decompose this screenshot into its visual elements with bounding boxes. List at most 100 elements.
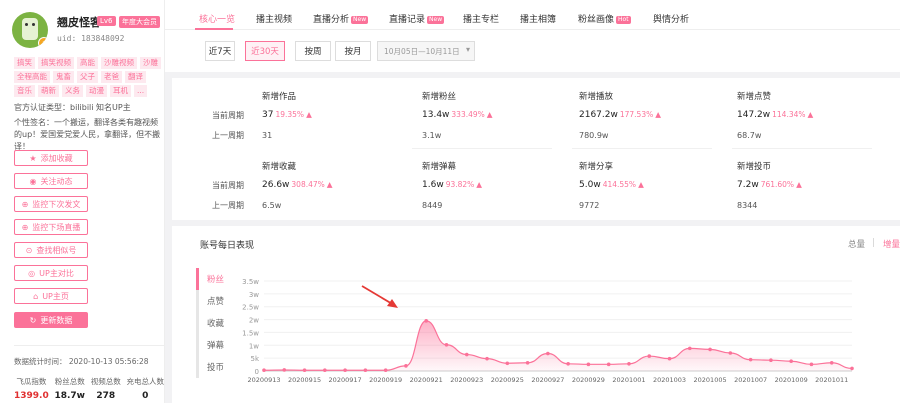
up-arrow-icon: ▲	[476, 180, 483, 189]
stat-fans: 粉丝总数 18.7w	[54, 377, 85, 401]
by-month-button[interactable]: 按月	[335, 41, 371, 61]
follow-updates-button[interactable]: ◉ 关注动态	[14, 173, 88, 189]
kpi-new-danmaku: 新增弹幕 1.6w 93.82% ▲ 8449	[422, 162, 483, 210]
hot-badge: Hot	[616, 16, 631, 24]
tag[interactable]: 搞笑视频	[38, 57, 74, 69]
tag[interactable]: 翻译	[125, 71, 146, 83]
divider	[572, 148, 712, 149]
area-fill	[264, 320, 852, 371]
kpi-new-fans: 新增粉丝 13.4w 333.49% ▲ 3.1w	[422, 92, 493, 140]
new-badge: New	[351, 16, 369, 24]
tag[interactable]: 沙雕视频	[101, 57, 137, 69]
range-30-days-button[interactable]: 近30天	[245, 41, 285, 61]
tag[interactable]: 全程高能	[14, 71, 50, 83]
up-arrow-icon: ▲	[306, 110, 312, 119]
data-point	[809, 362, 814, 367]
search-icon: ⊙	[25, 245, 33, 255]
data-point	[424, 319, 429, 323]
kpi-new-plays: 新增播放 2167.2w 177.53% ▲ 780.9w	[579, 92, 662, 140]
tag[interactable]: 音乐	[14, 85, 35, 97]
profile-name: 翘皮怪客	[57, 16, 101, 29]
tag[interactable]: 耳机	[110, 85, 131, 97]
data-point	[606, 362, 611, 367]
tag[interactable]: 鬼畜	[53, 71, 74, 83]
find-similar-button[interactable]: ⊙ 查找相似号	[14, 242, 88, 258]
plus-circle-icon: ⊕	[21, 199, 29, 209]
y-tick-label: 5k	[250, 355, 259, 363]
tag[interactable]: 老爸	[101, 71, 122, 83]
plus-circle-icon: ⊕	[21, 222, 29, 232]
tag[interactable]: 沙雕	[140, 57, 161, 69]
tab-sentiment[interactable]: 舆情分析	[653, 12, 689, 25]
verified-badge-icon: ⚡	[38, 37, 48, 48]
tag[interactable]: 搞笑	[14, 57, 35, 69]
data-point	[708, 347, 712, 352]
x-tick-label: 20201003	[653, 376, 686, 384]
divider	[732, 148, 872, 149]
data-point	[566, 362, 570, 366]
eye-icon: ◉	[29, 176, 37, 186]
kpi-new-coins: 新增投币 7.2w 761.60% ▲ 8344	[737, 162, 802, 210]
data-point	[789, 359, 793, 364]
tab-articles[interactable]: 播主专栏	[463, 12, 499, 25]
tag[interactable]: 父子	[77, 71, 98, 83]
data-point	[728, 351, 733, 355]
data-point	[404, 364, 408, 368]
stat-chargers: 充电总人数 0	[126, 377, 164, 401]
add-favorite-button[interactable]: ★ 添加收藏	[14, 150, 88, 166]
compare-icon: ◎	[28, 268, 36, 278]
data-point	[464, 352, 469, 357]
star-icon: ★	[29, 153, 37, 163]
x-tick-label: 20200913	[247, 376, 280, 384]
monitor-post-button[interactable]: ⊕ 监控下次发文	[14, 196, 88, 212]
tab-videos[interactable]: 播主视频	[256, 12, 292, 25]
y-tick-label: 3w	[249, 291, 259, 299]
data-point	[546, 351, 550, 356]
refresh-data-button[interactable]: ↻ 更新数据	[14, 312, 88, 328]
date-range-select[interactable]: 10月05日—10月11日 ▾	[377, 41, 475, 61]
y-tick-label: 2.5w	[242, 304, 259, 312]
range-7-days-button[interactable]: 近7天	[205, 41, 235, 61]
prev-period-label: 上一周期	[212, 201, 244, 210]
x-tick-label: 20201009	[775, 376, 808, 384]
avatar[interactable]: ⚡	[12, 12, 48, 48]
data-point	[485, 356, 489, 361]
kpi-new-works: 新增作品 37 19.35% ▲ 31	[262, 92, 312, 140]
data-point	[343, 368, 347, 373]
x-tick-label: 20200923	[450, 376, 483, 384]
data-point	[769, 358, 773, 362]
tab-core-overview[interactable]: 核心一览	[199, 12, 235, 25]
main-panel: 核心一览 播主视频 直播分析 New 直播记录 New 播主专栏 播主相簿 粉丝画像…	[165, 0, 900, 403]
data-point	[748, 357, 753, 362]
stat-index: 飞瓜指数 1399.0	[14, 377, 49, 401]
data-point	[505, 361, 510, 366]
tag[interactable]: 动漫	[86, 85, 107, 97]
tab-albums[interactable]: 播主相簿	[520, 12, 556, 25]
x-tick-label: 20200927	[531, 376, 564, 384]
data-point	[829, 360, 834, 365]
kpi-new-shares: 新增分享 5.0w 414.55% ▲ 9772	[579, 162, 644, 210]
data-point	[262, 368, 266, 373]
data-point	[687, 346, 692, 351]
tag-more[interactable]: ...	[134, 85, 148, 97]
tab-bar: 核心一览 播主视频 直播分析 New 直播记录 New 播主专栏 播主相簿 粉丝画像…	[165, 0, 900, 30]
tag[interactable]: 义务	[62, 85, 83, 97]
by-week-button[interactable]: 按周	[295, 41, 331, 61]
profile-stats: 飞瓜指数 1399.0 粉丝总数 18.7w 视频总数 278 充电总人数 0	[14, 376, 164, 401]
data-point	[363, 368, 368, 373]
data-point	[444, 342, 449, 347]
tab-live-records[interactable]: 直播记录 New	[389, 12, 445, 25]
profile-sidebar: ⚡ 翘皮怪客 Lv6 年度大会员 uid: 183848092 搞笑 搞笑视频 …	[0, 0, 165, 403]
up-homepage-button[interactable]: ⌂ UP主页	[14, 288, 88, 304]
tab-fan-profile[interactable]: 粉丝画像 Hot	[578, 12, 631, 25]
x-tick-label: 20201005	[694, 376, 727, 384]
data-point	[323, 368, 327, 373]
tag[interactable]: 萌新	[38, 85, 59, 97]
tag[interactable]: 高能	[77, 57, 98, 69]
y-tick-label: 1w	[249, 342, 259, 350]
tab-live-analysis[interactable]: 直播分析 New	[313, 12, 369, 25]
monitor-live-button[interactable]: ⊕ 监控下场直播	[14, 219, 88, 235]
compare-up-button[interactable]: ◎ UP主对比	[14, 265, 88, 281]
x-tick-label: 20201001	[612, 376, 645, 384]
profile-signature: 个性签名：一个搬运，翻译各类有趣视频的up！爱国爱党爱人民，拿翻译，但不搬译！	[14, 118, 161, 151]
